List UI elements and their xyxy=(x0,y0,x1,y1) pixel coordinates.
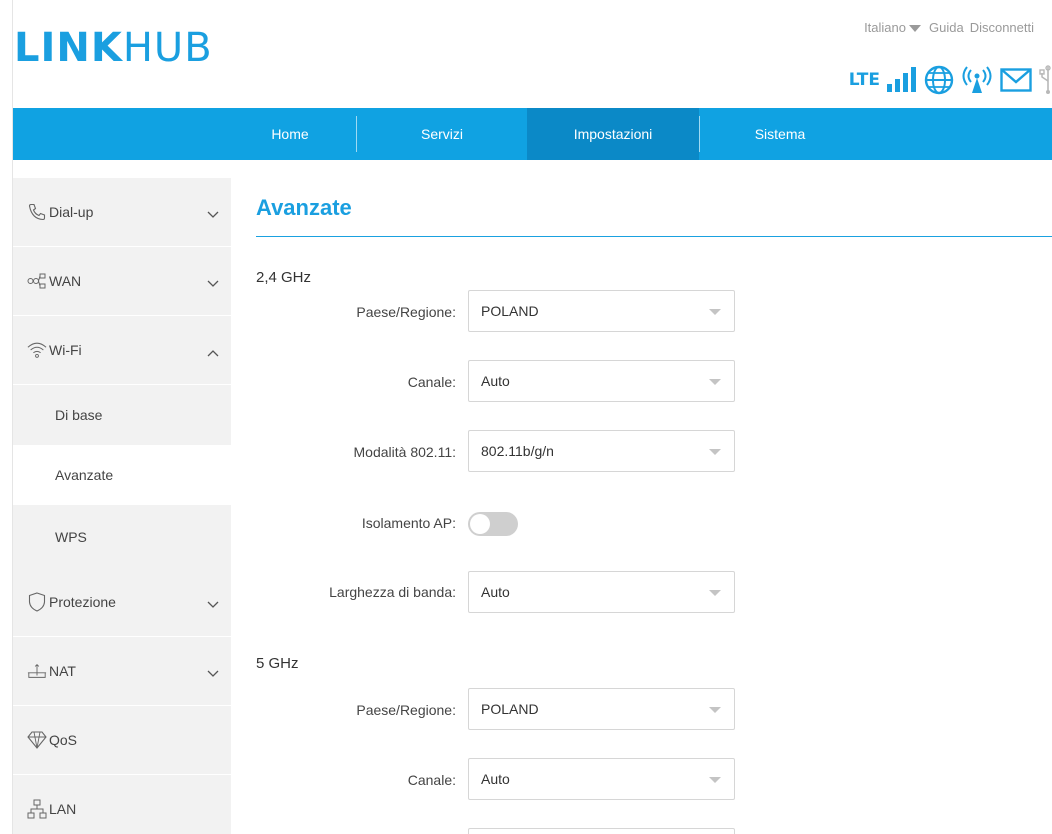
sidebar-item-lan[interactable]: LAN xyxy=(13,775,231,834)
title-divider xyxy=(256,236,1052,237)
network-type: LTE xyxy=(848,70,880,90)
ap-isolation-toggle[interactable] xyxy=(468,512,518,536)
channel-value-24: Auto xyxy=(481,373,510,389)
message-envelope-icon[interactable] xyxy=(1000,68,1032,92)
country-label-5: Paese/Regione: xyxy=(356,702,456,718)
main-navbar: Home Servizi Impostazioni Sistema xyxy=(13,108,1052,160)
bandwidth-label-24: Larghezza di banda: xyxy=(329,584,456,600)
qos-icon xyxy=(27,730,47,750)
language-selector[interactable]: Italiano xyxy=(864,20,923,35)
channel-label-5: Canale: xyxy=(407,772,456,788)
sidebar-subitem-wps[interactable]: WPS xyxy=(13,505,231,568)
nav-sistema[interactable]: Sistema xyxy=(700,108,860,160)
chevron-down-icon xyxy=(207,206,219,222)
help-link[interactable]: Guida xyxy=(929,20,964,35)
dropdown-arrow-icon xyxy=(709,449,721,455)
chevron-down-icon xyxy=(207,275,219,291)
linkhub-logo: LINKHUB xyxy=(14,25,213,71)
band-5ghz-heading: 5 GHz xyxy=(256,655,299,672)
dropdown-arrow-icon xyxy=(709,590,721,596)
sidebar-subitem-avanzate[interactable]: Avanzate xyxy=(13,445,231,505)
top-links: Italiano Guida Disconnetti xyxy=(864,20,1034,35)
shield-icon xyxy=(27,592,47,612)
bandwidth-select-24[interactable]: Auto xyxy=(468,571,735,613)
country-value-5: POLAND xyxy=(481,701,539,717)
sidebar-item-wifi[interactable]: Wi-Fi xyxy=(13,316,231,385)
sidebar-item-protezione[interactable]: Protezione xyxy=(13,568,231,637)
sidebar-item-label: Dial-up xyxy=(49,204,94,220)
dropdown-arrow-icon xyxy=(709,379,721,385)
page-left-edge xyxy=(0,0,13,834)
signal-strength-icon xyxy=(886,67,918,93)
usb-icon xyxy=(1038,65,1052,95)
sidebar-item-qos[interactable]: QoS xyxy=(13,706,231,775)
mode-select-24[interactable]: 802.11b/g/n xyxy=(468,430,735,472)
dropdown-arrow-icon xyxy=(709,777,721,783)
lan-icon xyxy=(27,799,47,819)
logout-link[interactable]: Disconnetti xyxy=(970,20,1034,35)
channel-value-5: Auto xyxy=(481,771,510,787)
country-value-24: POLAND xyxy=(481,303,539,319)
sidebar-item-label: Protezione xyxy=(49,594,116,610)
next-select-5[interactable] xyxy=(468,828,735,834)
isolation-label-24: Isolamento AP: xyxy=(361,515,456,531)
toggle-knob xyxy=(470,514,490,534)
channel-select-24[interactable]: Auto xyxy=(468,360,735,402)
wan-icon xyxy=(27,271,47,291)
bandwidth-value-24: Auto xyxy=(481,584,510,600)
sidebar-item-label: NAT xyxy=(49,663,76,679)
status-icons: LTE xyxy=(849,62,1052,98)
channel-label-24: Canale: xyxy=(407,374,456,390)
page-title: Avanzate xyxy=(256,195,352,220)
chevron-down-icon xyxy=(207,596,219,612)
sidebar-item-label: QoS xyxy=(49,732,78,748)
band-24ghz-heading: 2,4 GHz xyxy=(256,269,312,286)
caret-down-icon xyxy=(908,25,921,32)
chevron-up-icon xyxy=(207,344,219,360)
dropdown-arrow-icon xyxy=(709,707,721,713)
wifi-icon xyxy=(27,340,47,360)
channel-select-5[interactable]: Auto xyxy=(468,758,735,800)
nat-icon xyxy=(27,661,47,681)
country-select-24[interactable]: POLAND xyxy=(468,290,735,332)
wifi-broadcast-icon xyxy=(960,66,994,94)
sidebar-item-label: WAN xyxy=(49,273,82,289)
nav-servizi[interactable]: Servizi xyxy=(357,108,527,160)
mode-value-24: 802.11b/g/n xyxy=(481,443,554,459)
sidebar-item-label: Wi-Fi xyxy=(49,342,82,358)
country-label-24: Paese/Regione: xyxy=(356,304,456,320)
internet-globe-icon xyxy=(924,65,954,95)
sidebar-item-nat[interactable]: NAT xyxy=(13,637,231,706)
sidebar-item-label: LAN xyxy=(49,801,77,817)
sidebar-item-wan[interactable]: WAN xyxy=(13,247,231,316)
phone-icon xyxy=(27,202,47,222)
dropdown-arrow-icon xyxy=(709,309,721,315)
sidebar-item-dial-up[interactable]: Dial-up xyxy=(13,178,231,247)
nav-home[interactable]: Home xyxy=(225,108,355,160)
sidebar-subitem-di-base[interactable]: Di base xyxy=(13,385,231,445)
mode-label-24: Modalità 802.11: xyxy=(353,444,456,460)
country-select-5[interactable]: POLAND xyxy=(468,688,735,730)
nav-impostazioni[interactable]: Impostazioni xyxy=(527,108,699,160)
chevron-down-icon xyxy=(207,665,219,681)
settings-sidebar: Dial-up WAN Wi-Fi Di base Avanzate WPS P… xyxy=(13,178,231,834)
